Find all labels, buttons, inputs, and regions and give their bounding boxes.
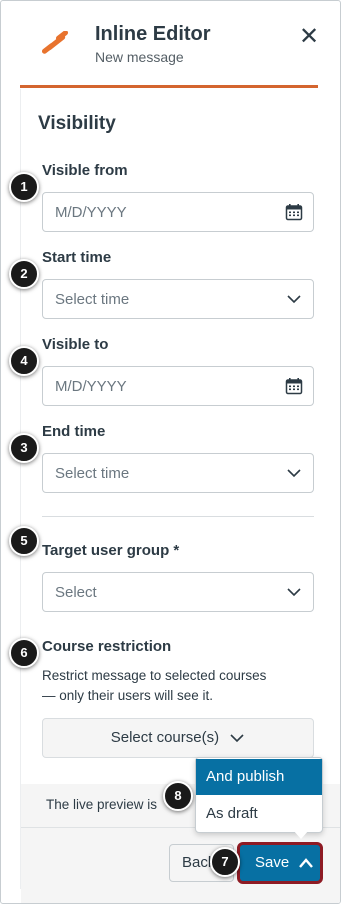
editor-title: Inline Editor — [95, 23, 211, 45]
save-label: Save — [255, 854, 290, 871]
visible-from-label: Visible from — [42, 162, 128, 179]
menu-item-and-publish[interactable]: And publish — [196, 759, 322, 795]
save-button[interactable]: Save — [237, 842, 323, 884]
chevron-down-icon — [287, 588, 301, 597]
calendar-icon[interactable] — [285, 377, 303, 395]
target-group-label: Target user group * — [42, 542, 180, 559]
target-group-select[interactable]: Select — [42, 572, 314, 612]
target-group-placeholder: Select — [55, 584, 97, 601]
end-time-label: End time — [42, 423, 106, 440]
start-time-placeholder: Select time — [55, 291, 130, 308]
chevron-down-icon — [287, 295, 301, 304]
calendar-icon[interactable] — [285, 203, 303, 221]
select-courses-button[interactable]: Select course(s) — [42, 718, 314, 758]
description-line-2: — only their users will see it. — [42, 688, 214, 703]
visible-from-placeholder: M/D/YYYY — [55, 204, 127, 221]
visible-from-input[interactable]: M/D/YYYY — [42, 192, 314, 232]
end-time-select[interactable]: Select time — [42, 453, 314, 493]
callout-3: 3 — [9, 433, 39, 463]
callout-4: 4 — [9, 346, 39, 376]
visible-to-placeholder: M/D/YYYY — [55, 378, 127, 395]
chevron-up-icon — [299, 858, 313, 868]
panel-left-divider — [20, 89, 21, 889]
app-logo-icon — [41, 31, 69, 54]
close-icon: ✕ — [298, 23, 320, 50]
select-courses-label: Select course(s) — [110, 729, 220, 746]
start-time-label: Start time — [42, 249, 112, 266]
end-time-placeholder: Select time — [55, 465, 130, 482]
callout-7: 7 — [210, 847, 240, 877]
menu-item-as-draft[interactable]: As draft — [196, 796, 322, 832]
callout-2: 2 — [9, 259, 39, 289]
callout-8: 8 — [163, 781, 193, 811]
editor-subtitle: New message — [95, 49, 184, 65]
callout-5: 5 — [9, 526, 39, 556]
inline-editor-panel: Inline Editor New message ✕ Visibility V… — [0, 0, 341, 904]
menu-pointer — [293, 830, 309, 839]
close-button[interactable]: ✕ — [295, 23, 323, 51]
callout-6: 6 — [9, 638, 39, 668]
header-accent-bar — [20, 85, 318, 88]
chevron-down-icon — [287, 469, 301, 478]
chevron-down-icon — [230, 734, 244, 743]
section-title: Visibility — [38, 113, 116, 134]
callout-1: 1 — [9, 172, 39, 202]
section-separator — [42, 516, 314, 517]
save-options-menu: And publish As draft — [195, 757, 323, 833]
live-preview-text: The live preview is — [46, 797, 158, 812]
course-restriction-label: Course restriction — [42, 638, 172, 655]
visible-to-input[interactable]: M/D/YYYY — [42, 366, 314, 406]
visible-to-label: Visible to — [42, 336, 109, 353]
description-line-1: Restrict message to selected courses — [42, 668, 267, 683]
start-time-select[interactable]: Select time — [42, 279, 314, 319]
course-restriction-description: Restrict message to selected courses — o… — [42, 666, 314, 706]
